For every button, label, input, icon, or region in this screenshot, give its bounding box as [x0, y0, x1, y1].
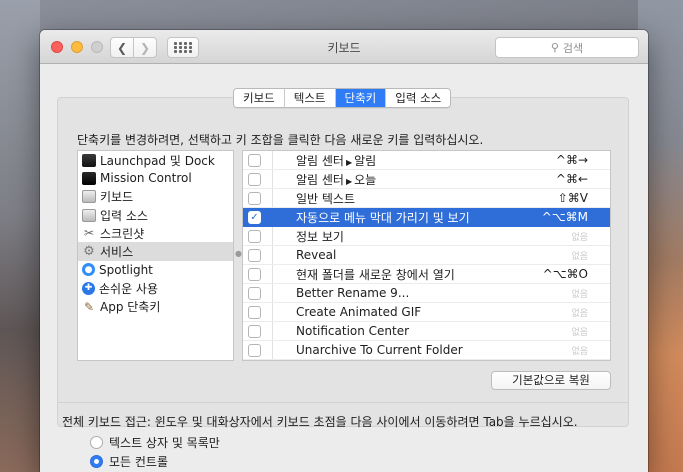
shortcut-row[interactable]: 정보 보기 없음	[243, 227, 610, 246]
category-label: 스크린샷	[100, 226, 145, 241]
shortcut-key[interactable]: 없음	[571, 249, 588, 262]
search-placeholder: 검색	[562, 41, 584, 55]
shortcut-category-list[interactable]: Launchpad 및 Dock Mission Control 키보드 입력 …	[77, 150, 234, 361]
keyboard-icon	[82, 190, 96, 204]
app-shortcuts-icon: ✎	[83, 299, 95, 314]
category-app-shortcuts[interactable]: ✎ App 단축키	[78, 297, 233, 315]
shortcut-row[interactable]: Notification Center 없음	[243, 322, 610, 341]
tab-input-sources[interactable]: 입력 소스	[386, 89, 451, 107]
desktop-background-left	[0, 0, 40, 472]
shortcut-label: 현재 폴더를 새로운 창에서 열기	[296, 267, 455, 282]
screenshot-icon: ✂	[83, 226, 95, 241]
shortcut-checkbox[interactable]	[248, 230, 261, 243]
shortcut-checkbox[interactable]	[248, 325, 261, 338]
search-icon: ⚲	[550, 41, 559, 54]
category-keyboard[interactable]: 키보드	[78, 188, 233, 206]
shortcut-key[interactable]: 없음	[571, 230, 588, 243]
search-field[interactable]: ⚲ 검색	[495, 37, 639, 58]
category-label: Launchpad 및 Dock	[100, 153, 215, 168]
shortcut-checkbox[interactable]	[248, 154, 261, 167]
restore-defaults-button[interactable]: 기본값으로 복원	[491, 371, 611, 390]
shortcut-label: 알림 센터 ▶ 오늘	[296, 172, 377, 187]
category-services[interactable]: ⚙ 서비스	[78, 242, 233, 261]
shortcut-label: Better Rename 9...	[296, 286, 410, 300]
radio-button-selected[interactable]	[90, 455, 103, 468]
shortcut-key[interactable]: 없음	[571, 344, 588, 357]
input-source-icon	[82, 208, 96, 222]
full-keyboard-access-label: 전체 키보드 접근: 윈도우 및 대화상자에서 키보드 초점을 다음 사이에서 …	[62, 415, 578, 429]
category-accessibility[interactable]: ✚ 손쉬운 사용	[78, 279, 233, 297]
category-input-sources[interactable]: 입력 소스	[78, 206, 233, 224]
category-label: App 단축키	[100, 300, 161, 315]
tab-keyboard[interactable]: 키보드	[234, 89, 285, 107]
shortcut-key[interactable]: ^⌘→	[556, 153, 588, 167]
shortcut-row[interactable]: 알림 센터 ▶ 알림 ^⌘→	[243, 151, 610, 170]
shortcut-checkbox[interactable]	[248, 306, 261, 319]
spotlight-icon: ●	[82, 263, 95, 277]
shortcut-checkbox[interactable]: ✓	[248, 211, 261, 224]
shortcut-row[interactable]: Reveal 없음	[243, 246, 610, 265]
shortcut-checkbox[interactable]	[248, 192, 261, 205]
shortcut-key[interactable]: 없음	[571, 325, 588, 338]
shortcut-key[interactable]: ^⌘←	[556, 172, 588, 186]
shortcut-row[interactable]: 알림 센터 ▶ 오늘 ^⌘←	[243, 170, 610, 189]
mission-control-icon	[82, 171, 96, 185]
category-label: 손쉬운 사용	[99, 281, 159, 296]
shortcut-label: 알림 센터 ▶ 알림	[296, 153, 377, 168]
shortcut-row[interactable]: Unarchive To Current Folder 없음	[243, 341, 610, 360]
category-label: Spotlight	[99, 262, 153, 277]
shortcut-key[interactable]: ^⌥⌘O	[543, 267, 588, 281]
disclosure-triangle-icon: ▶	[345, 157, 353, 167]
category-label: 서비스	[100, 245, 134, 260]
category-spotlight[interactable]: ● Spotlight	[78, 261, 233, 279]
category-mission-control[interactable]: Mission Control	[78, 169, 233, 187]
instruction-text: 단축키를 변경하려면, 선택하고 키 조합을 클릭한 다음 새로운 키를 입력하…	[77, 133, 484, 147]
shortcut-list[interactable]: 알림 센터 ▶ 알림 ^⌘→ 알림 센터 ▶ 오늘 ^⌘← 일반 텍스트 ⇧⌘V ✓ 자…	[242, 150, 611, 361]
shortcut-row[interactable]: 일반 텍스트 ⇧⌘V	[243, 189, 610, 208]
shortcut-row[interactable]: Better Rename 9... 없음	[243, 284, 610, 303]
shortcut-checkbox[interactable]	[248, 344, 261, 357]
category-label: 키보드	[100, 190, 134, 205]
radio-label: 텍스트 상자 및 목록만	[109, 436, 220, 450]
shortcut-label: Unarchive To Current Folder	[296, 343, 463, 357]
radio-label: 모든 컨트롤	[109, 455, 169, 469]
category-launchpad-dock[interactable]: Launchpad 및 Dock	[78, 151, 233, 169]
shortcut-label: Reveal	[296, 248, 337, 262]
shortcut-checkbox[interactable]	[248, 268, 261, 281]
category-label: 입력 소스	[100, 208, 148, 223]
shortcut-label: 일반 텍스트	[296, 191, 356, 206]
accessibility-icon: ✚	[82, 281, 95, 295]
shortcut-checkbox[interactable]	[248, 287, 261, 300]
split-view-handle[interactable]: ●	[235, 250, 242, 258]
title-bar: ❮ ❯ 키보드 ⚲ 검색	[40, 30, 648, 64]
shortcut-label: 정보 보기	[296, 229, 344, 244]
shortcut-key[interactable]: 없음	[571, 287, 588, 300]
services-gear-icon: ⚙	[83, 244, 95, 260]
checkmark-icon: ✓	[250, 212, 259, 223]
category-screenshots[interactable]: ✂ 스크린샷	[78, 224, 233, 242]
category-label: Mission Control	[100, 171, 192, 186]
shortcut-row-selected[interactable]: ✓ 자동으로 메뉴 막대 가리기 및 보기 ^⌥⌘M	[243, 208, 610, 227]
radio-text-boxes-lists[interactable]: 텍스트 상자 및 목록만	[90, 434, 220, 451]
tab-text[interactable]: 텍스트	[284, 89, 336, 107]
shortcut-row[interactable]: 현재 폴더를 새로운 창에서 열기 ^⌥⌘O	[243, 265, 610, 284]
shortcut-label: Notification Center	[296, 324, 410, 338]
shortcut-key[interactable]: 없음	[571, 306, 588, 319]
shortcut-key[interactable]: ⇧⌘V	[558, 191, 588, 205]
keyboard-preferences-window: ❮ ❯ 키보드 ⚲ 검색 키보드 텍스트 단축키 입력 소스 단축키를 변경하려…	[40, 30, 648, 472]
shortcut-checkbox[interactable]	[248, 173, 261, 186]
radio-button[interactable]	[90, 436, 103, 449]
launchpad-icon	[82, 153, 96, 167]
tab-shortcuts[interactable]: 단축키	[335, 89, 387, 107]
shortcut-row[interactable]: Create Animated GIF 없음	[243, 303, 610, 322]
shortcut-checkbox[interactable]	[248, 249, 261, 262]
disclosure-triangle-icon: ▶	[345, 176, 353, 186]
divider	[57, 402, 629, 403]
tab-bar: 키보드 텍스트 단축키 입력 소스	[233, 88, 452, 108]
radio-all-controls[interactable]: 모든 컨트롤	[90, 453, 168, 470]
shortcut-label: 자동으로 메뉴 막대 가리기 및 보기	[296, 210, 470, 225]
shortcut-label: Create Animated GIF	[296, 305, 422, 319]
shortcut-key[interactable]: ^⌥⌘M	[542, 210, 588, 224]
